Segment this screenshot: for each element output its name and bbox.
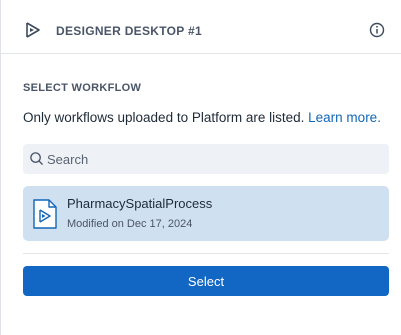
divider	[23, 253, 389, 254]
workflow-name: PharmacySpatialProcess	[67, 196, 213, 211]
search-icon	[30, 152, 43, 165]
designer-desktop-panel: DESIGNER DESKTOP #1 SELECT WORKFLOW Only…	[0, 0, 401, 335]
panel-header: DESIGNER DESKTOP #1	[1, 4, 401, 54]
workflow-file-icon	[33, 199, 57, 229]
learn-more-link[interactable]: Learn more.	[308, 110, 381, 125]
search-box	[23, 144, 389, 174]
search-input[interactable]	[47, 144, 377, 174]
section-label: SELECT WORKFLOW	[23, 82, 142, 94]
panel-title: DESIGNER DESKTOP #1	[56, 24, 202, 38]
select-button[interactable]: Select	[23, 266, 389, 296]
workflow-modified-date: Modified on Dec 17, 2024	[67, 218, 193, 230]
workflow-description: Only workflows uploaded to Platform are …	[23, 110, 381, 125]
designer-logo-icon	[26, 22, 40, 38]
workflow-item[interactable]: PharmacySpatialProcess Modified on Dec 1…	[23, 186, 389, 241]
description-text: Only workflows uploaded to Platform are …	[23, 110, 305, 125]
info-icon[interactable]	[369, 22, 385, 38]
